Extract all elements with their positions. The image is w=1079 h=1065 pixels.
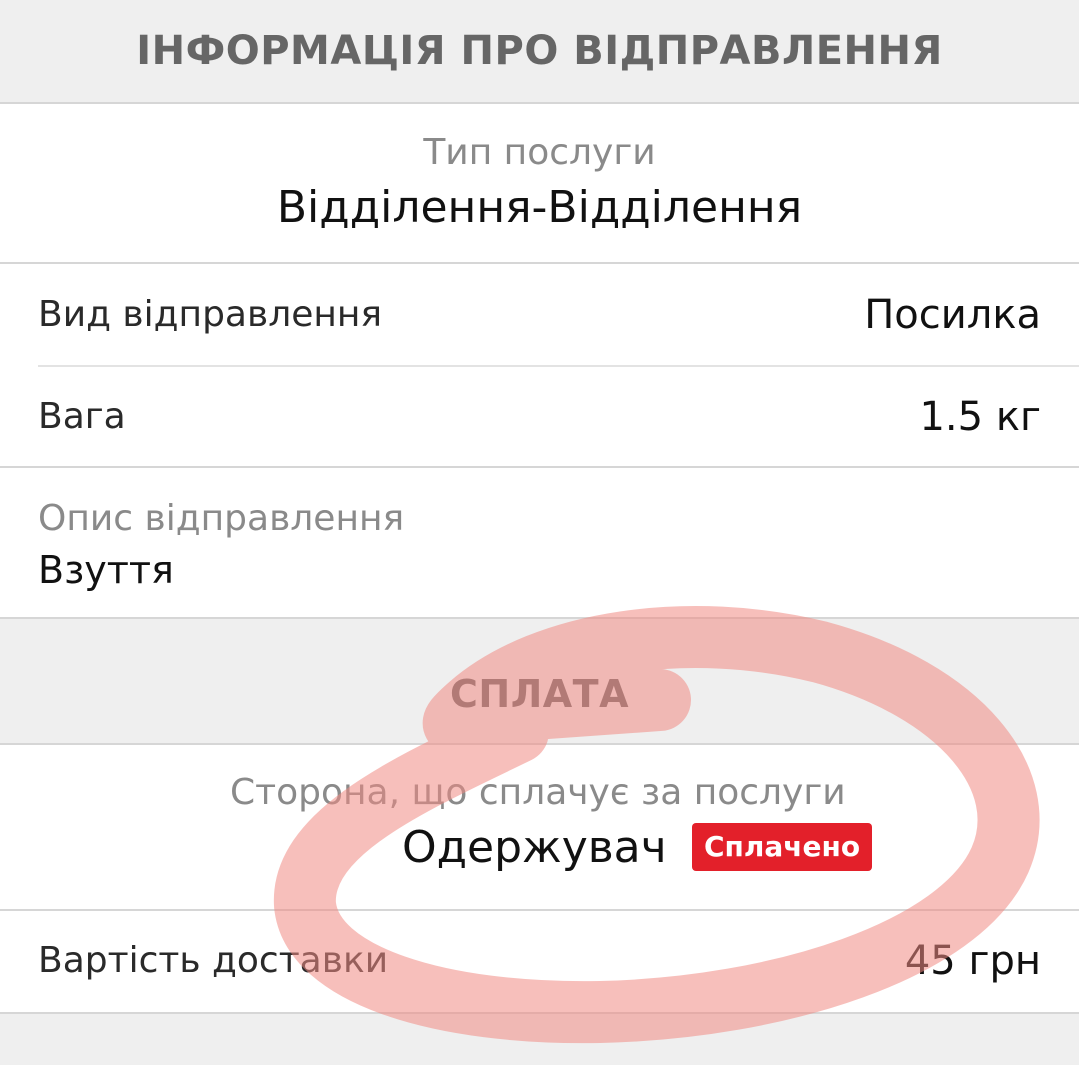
paid-status-badge: Сплачено <box>692 823 873 871</box>
divider <box>0 262 1079 264</box>
payer-label: Сторона, що сплачує за послуги <box>230 772 846 813</box>
divider <box>38 365 1079 367</box>
payment-header: СПЛАТА <box>0 619 1079 743</box>
description-value: Взуття <box>38 548 174 592</box>
shipment-info-panel <box>0 104 1079 617</box>
weight-label: Вага <box>38 396 126 437</box>
delivery-cost-label: Вартість доставки <box>38 940 389 981</box>
divider <box>0 909 1079 911</box>
payer-value: Одержувач <box>402 822 667 873</box>
description-label: Опис відправлення <box>38 498 405 539</box>
service-type-label: Тип послуги <box>423 132 656 173</box>
service-type-value: Відділення-Відділення <box>276 182 803 233</box>
shipment-info-header: ІНФОРМАЦІЯ ПРО ВІДПРАВЛЕННЯ <box>0 0 1079 103</box>
shipment-kind-value: Посилка <box>864 292 1041 338</box>
divider <box>0 466 1079 468</box>
delivery-cost-value: 45 грн <box>904 938 1041 984</box>
divider <box>0 1012 1079 1014</box>
shipment-kind-label: Вид відправлення <box>38 294 383 335</box>
weight-value: 1.5 кг <box>919 394 1041 440</box>
